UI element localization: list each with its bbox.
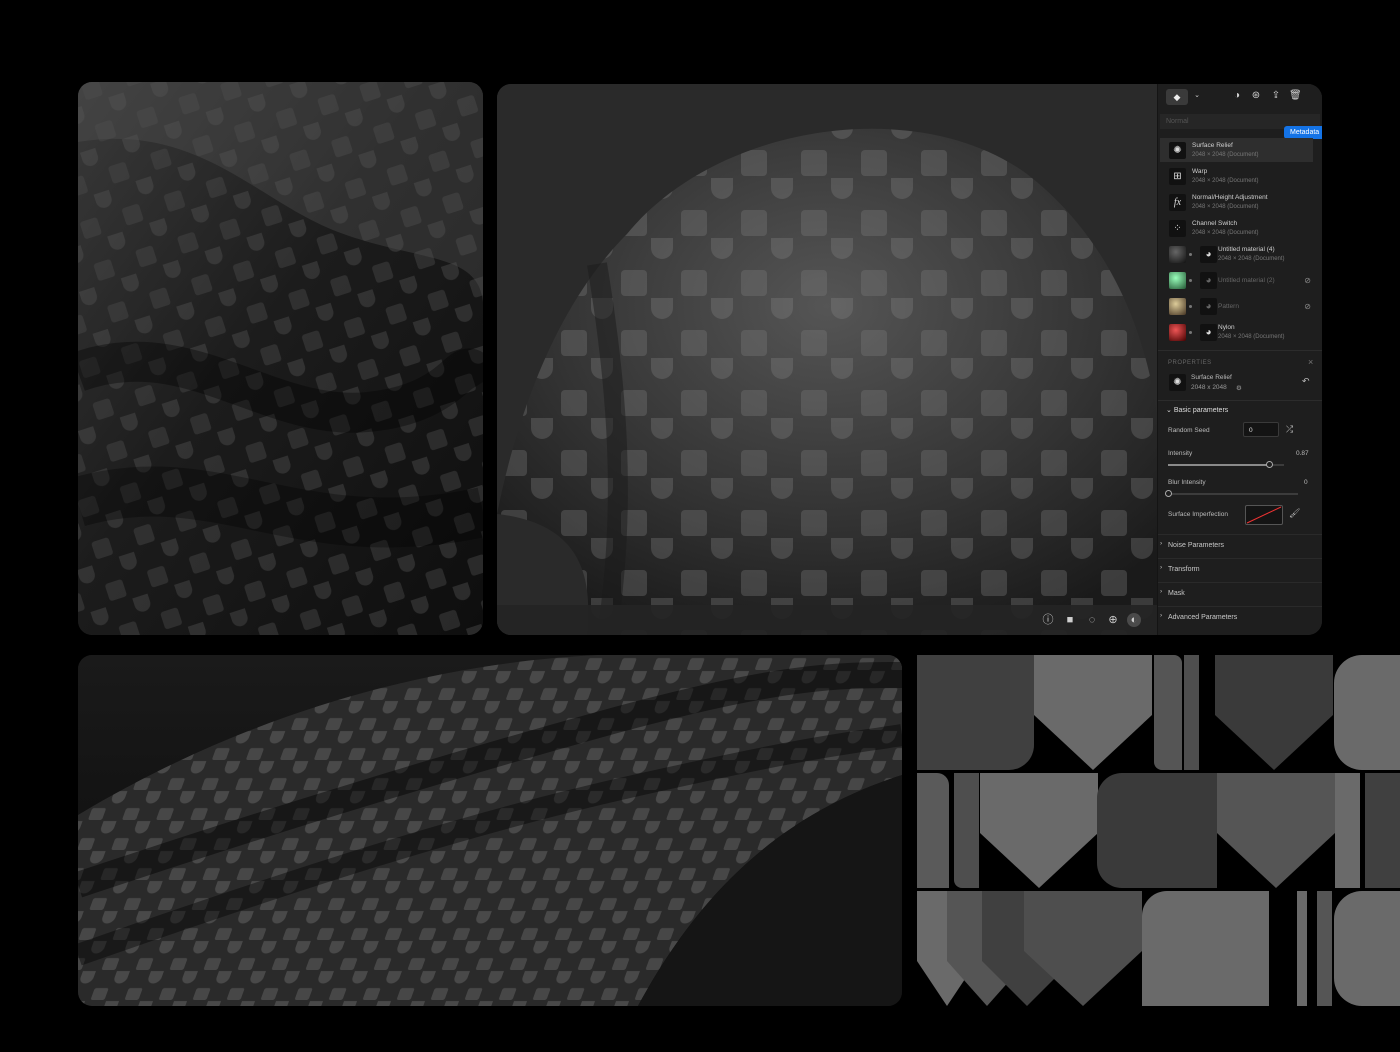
slider-knob[interactable] (1165, 490, 1172, 497)
layer-item-normal-height[interactable]: fx Normal/Height Adjustment 2048 × 2048 … (1160, 190, 1313, 214)
link-dot (1189, 305, 1192, 308)
chevron-down-icon[interactable]: ⌄ (1191, 90, 1203, 102)
random-seed-input[interactable]: 0 (1243, 422, 1279, 437)
blur-intensity-slider[interactable] (1165, 490, 1298, 497)
light-icon[interactable]: ◌ (1085, 613, 1099, 627)
layer-item-nylon[interactable]: ◕ Nylon 2048 × 2048 (Document) (1160, 320, 1313, 344)
chevron-right-icon: › (1160, 540, 1163, 547)
render-mode-icon[interactable]: ◐ (1127, 613, 1141, 627)
layer-name: Surface Relief (1192, 142, 1233, 149)
mask-icon: ◕ (1200, 298, 1217, 315)
layer-item-warp[interactable]: ⊞ Warp 2048 × 2048 (Document) (1160, 164, 1313, 188)
section-mask[interactable]: Mask (1158, 582, 1322, 605)
channel-switch-icon: ⁘ (1169, 220, 1186, 237)
fabric-render-closeup (78, 82, 483, 635)
layer-name: Warp (1192, 168, 1208, 175)
surface-imperfection-curve[interactable] (1245, 505, 1283, 525)
chevron-down-icon: ⌄ (1166, 407, 1174, 414)
slider-fill (1168, 464, 1269, 466)
link-dot (1189, 253, 1192, 256)
gear-icon[interactable]: ⚙ (1236, 384, 1242, 392)
close-icon[interactable]: × (1308, 357, 1313, 367)
brush-icon[interactable]: 🖌 (1289, 508, 1300, 519)
divider (1158, 400, 1322, 401)
layer-name: Channel Switch (1192, 220, 1238, 227)
section-label: Mask (1168, 590, 1185, 597)
blur-intensity-label: Blur Intensity (1168, 479, 1206, 486)
layers-properties-panel: ◆ ⌄ ◑ ⊛ ⇪ 🗑 Normal Metadata ✺ Surface Re… (1157, 84, 1322, 635)
layer-size: 2048 × 2048 (Document) (1218, 256, 1285, 262)
chevron-right-icon: › (1160, 564, 1163, 571)
section-label: Advanced Parameters (1168, 614, 1238, 621)
link-dot (1189, 331, 1192, 334)
eye-hidden-icon[interactable]: ⊘ (1304, 276, 1311, 285)
section-label: Noise Parameters (1168, 542, 1225, 549)
properties-header: PROPERTIES (1168, 360, 1212, 366)
layer-name: Pattern (1218, 303, 1239, 310)
layer-item-untitled-material-4[interactable]: ◕ Untitled material (4) 2048 × 2048 (Doc… (1160, 242, 1313, 266)
random-seed-label: Random Seed (1168, 427, 1210, 434)
material-icon (1169, 298, 1186, 315)
basic-parameters-label: Basic parameters (1173, 407, 1229, 414)
trash-icon[interactable]: 🗑 (1289, 90, 1302, 102)
chevron-right-icon: › (1160, 588, 1163, 595)
viewport-toolbar: ⓘ ■ ◌ ⊕ ◐ (497, 605, 1157, 635)
relief-icon: ✺ (1169, 374, 1186, 391)
relief-icon: ✺ (1169, 142, 1186, 159)
eye-hidden-icon[interactable]: ⊘ (1304, 302, 1311, 311)
3d-viewport[interactable] (497, 84, 1157, 635)
layer-item-untitled-material-2[interactable]: ◕ Untitled material (2) ⊘ (1160, 268, 1313, 292)
layer-size: 2048 × 2048 (Document) (1192, 178, 1259, 184)
property-layer-size: 2048 x 2048 (1191, 384, 1227, 391)
section-transform[interactable]: Transform (1158, 558, 1322, 581)
material-icon (1169, 324, 1186, 341)
section-noise-parameters[interactable]: Noise Parameters (1158, 534, 1322, 557)
layer-size: 2048 × 2048 (Document) (1192, 152, 1259, 158)
info-icon[interactable]: ⓘ (1041, 613, 1055, 627)
material-icon (1169, 246, 1186, 263)
surface-imperfection-label: Surface Imperfection (1168, 511, 1228, 518)
mask-icon: ◕ (1200, 324, 1217, 341)
layer-name: Untitled material (2) (1218, 277, 1275, 284)
slider-knob[interactable] (1265, 461, 1273, 468)
intensity-slider[interactable] (1168, 461, 1284, 468)
camera-icon[interactable]: ■ (1063, 613, 1077, 627)
layer-size: 2048 × 2048 (Document) (1218, 334, 1285, 340)
export-icon[interactable]: ⇪ (1270, 90, 1282, 102)
link-dot (1189, 279, 1192, 282)
fx-icon: fx (1169, 194, 1186, 211)
material-icon (1169, 272, 1186, 289)
pattern-swatch (917, 655, 1400, 1006)
intensity-label: Intensity (1168, 450, 1193, 457)
reset-icon[interactable]: ↶ (1302, 376, 1310, 387)
layer-name: Untitled material (4) (1218, 246, 1275, 253)
panel-toolbar: ◆ ⌄ ◑ ⊛ ⇪ 🗑 (1158, 84, 1322, 110)
fill-layer-icon[interactable]: ◑ (1231, 90, 1243, 102)
layer-name: Normal/Height Adjustment (1192, 194, 1268, 201)
warp-icon: ⊞ (1169, 168, 1186, 185)
layer-item-surface-relief[interactable]: ✺ Surface Relief 2048 × 2048 (Document) (1160, 138, 1313, 162)
layer-item-pattern[interactable]: ◕ Pattern ⊘ (1160, 294, 1313, 318)
layer-size: 2048 × 2048 (Document) (1192, 230, 1259, 236)
material-editor-window: ⓘ ■ ◌ ⊕ ◐ ◆ ⌄ ◑ ⊛ ⇪ 🗑 Normal Metadata ✺ … (497, 84, 1322, 635)
section-label: Transform (1168, 566, 1200, 573)
layer-name: Nylon (1218, 324, 1235, 331)
mask-icon: ◕ (1200, 246, 1217, 263)
blur-intensity-value: 0 (1304, 479, 1308, 486)
divider (1158, 350, 1322, 351)
basic-parameters-toggle[interactable]: ⌄ Basic parameters (1166, 406, 1228, 414)
intensity-value: 0.87 (1296, 450, 1309, 457)
environment-icon[interactable]: ⊕ (1106, 613, 1120, 627)
chevron-right-icon: › (1160, 612, 1163, 619)
section-advanced-parameters[interactable]: Advanced Parameters (1158, 606, 1322, 629)
property-layer-name: Surface Relief (1191, 374, 1232, 381)
layer-size: 2048 × 2048 (Document) (1192, 204, 1259, 210)
material-layer-icon[interactable]: ⊛ (1250, 90, 1262, 102)
layer-item-channel-switch[interactable]: ⁘ Channel Switch 2048 × 2048 (Document) (1160, 216, 1313, 240)
shuffle-icon[interactable]: ⤮ (1286, 424, 1293, 435)
mask-icon: ◕ (1200, 272, 1217, 289)
split-view-icon[interactable]: ◆ (1166, 89, 1188, 105)
fabric-render-drape (78, 655, 902, 1006)
